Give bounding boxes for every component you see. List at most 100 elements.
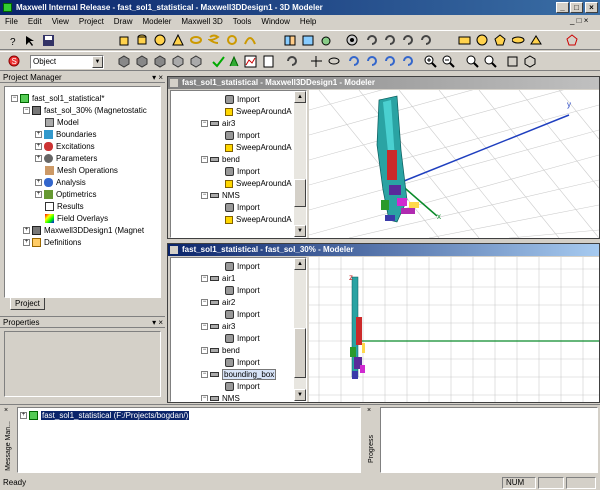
spin-y-icon[interactable] — [366, 55, 379, 68]
rotate-y-icon[interactable] — [402, 34, 415, 47]
view-box-icon[interactable] — [506, 55, 519, 68]
draw-regular-polygon-icon[interactable] — [494, 34, 507, 47]
tree-item-model[interactable]: Model — [45, 117, 79, 129]
message-item[interactable]: + fast_sol1_statistical (F:/Projects/bogd… — [20, 410, 190, 421]
tree-item-air1[interactable]: − air1 — [201, 273, 235, 285]
modeler2-history-tree[interactable]: Import − air1 Import − air2 Import − air3 I… — [170, 257, 307, 402]
tree-item-import[interactable]: Import — [225, 261, 260, 273]
menu-modeler[interactable]: Modeler — [137, 15, 176, 29]
panel-close-icon[interactable]: × — [4, 407, 8, 414]
material-icon[interactable] — [154, 55, 167, 68]
draw-helix-icon[interactable] — [207, 34, 221, 47]
tree-item-bounding-box[interactable]: − bounding_box — [201, 369, 277, 381]
help-icon[interactable]: ? — [8, 34, 21, 48]
orbit-icon[interactable] — [328, 55, 341, 68]
minimize-button[interactable]: _ — [556, 2, 569, 13]
rotate-z-icon[interactable] — [420, 34, 433, 47]
selection-mode-combo[interactable]: Object ▼ — [30, 55, 104, 69]
draw-bondwire-icon[interactable] — [244, 34, 257, 47]
tree-item-results[interactable]: Results — [45, 201, 84, 213]
tree-item-mesh-operations[interactable]: Mesh Operations — [45, 165, 118, 177]
fit-selection-icon[interactable] — [484, 55, 497, 68]
tree-item-sweep[interactable]: SweepAroundA — [225, 178, 292, 190]
results-icon[interactable] — [244, 55, 257, 68]
maximize-button[interactable]: □ — [570, 2, 583, 13]
tree-item-sweep[interactable]: SweepAroundA — [225, 214, 292, 226]
tree-item-analysis[interactable]: + Analysis — [35, 177, 86, 189]
rotate-x-icon[interactable] — [384, 34, 397, 47]
tree-item-import[interactable]: Import — [225, 309, 260, 321]
modeler1-3d-scene[interactable] — [309, 90, 599, 238]
progress-handle[interactable]: × Progress — [365, 407, 379, 473]
tree-item-boundaries[interactable]: + Boundaries — [35, 129, 96, 141]
project-tree[interactable]: − fast_sol1_statistical* − fast_sol_30% (M… — [4, 86, 161, 298]
draw-cylinder-icon[interactable] — [136, 34, 149, 47]
tree-item-nms[interactable]: − NMS — [201, 393, 240, 401]
menu-tools[interactable]: Tools — [228, 15, 257, 29]
draw-cone-icon[interactable] — [172, 33, 185, 47]
zoom-out-icon[interactable] — [442, 55, 455, 68]
unite-icon[interactable] — [284, 34, 297, 47]
tree-item-air2[interactable]: − air2 — [201, 297, 235, 309]
fit-all-icon[interactable] — [466, 55, 479, 68]
modeler1-tree-scrollbar[interactable]: ▲ ▼ — [294, 91, 306, 237]
tree-item-excitations[interactable]: + Excitations — [35, 141, 95, 153]
menu-view[interactable]: View — [47, 15, 74, 29]
stop-icon[interactable]: S — [8, 55, 21, 68]
tree-item-air3[interactable]: − air3 — [201, 321, 235, 333]
draw-sphere-icon[interactable] — [154, 34, 167, 47]
menu-help[interactable]: Help — [295, 15, 321, 29]
tree-item-sweep[interactable]: SweepAroundA — [225, 106, 292, 118]
draw-face-icon[interactable] — [530, 34, 543, 47]
modeler2-titlebar[interactable]: fast_sol1_statistical - fast_sol_30% - M… — [168, 244, 599, 256]
tree-item-import[interactable]: Import — [225, 202, 260, 214]
spin-z-icon[interactable] — [384, 55, 397, 68]
modeler1-history-tree[interactable]: Import SweepAroundA − air3 Import SweepAr… — [170, 90, 307, 238]
tree-item-nms[interactable]: − NMS — [201, 190, 240, 202]
hide-icon[interactable] — [118, 55, 131, 68]
menu-file[interactable]: File — [0, 15, 23, 29]
tree-item-import[interactable]: Import — [225, 285, 260, 297]
panel-close-icon[interactable]: × — [367, 407, 371, 414]
tab-project[interactable]: Project — [10, 298, 45, 310]
modeler2-viewport[interactable]: z — [309, 257, 599, 402]
validate-icon[interactable] — [212, 55, 225, 68]
tree-item-project[interactable]: − fast_sol1_statistical* — [11, 93, 104, 105]
refresh-icon[interactable] — [286, 55, 299, 68]
draw-region-icon[interactable] — [566, 34, 579, 47]
menu-project[interactable]: Project — [74, 15, 109, 29]
tree-item-definitions[interactable]: + Definitions — [23, 237, 81, 249]
draw-rectangle-icon[interactable] — [458, 34, 471, 47]
tree-item-import[interactable]: Import — [225, 381, 260, 393]
reports-icon[interactable] — [262, 55, 275, 68]
tree-item-import[interactable]: Import — [225, 166, 260, 178]
view-icon[interactable] — [346, 34, 359, 47]
rotate-view-icon[interactable] — [402, 55, 415, 68]
mdi-controls[interactable]: _ □ × — [570, 16, 588, 25]
whats-this-icon[interactable] — [24, 34, 37, 47]
tree-item-field-overlays[interactable]: Field Overlays — [45, 213, 108, 225]
tree-item-maxwell3ddesign1[interactable]: + Maxwell3DDesign1 (Magnet — [23, 225, 144, 237]
tree-item-import[interactable]: Import — [225, 357, 260, 369]
menu-maxwell3d[interactable]: Maxwell 3D — [176, 15, 227, 29]
menu-edit[interactable]: Edit — [23, 15, 47, 29]
draw-ellipse-icon[interactable] — [511, 34, 525, 47]
draw-spiral-icon[interactable] — [226, 34, 239, 47]
modeler1-viewport[interactable]: y x — [309, 90, 599, 238]
panel-close-icon[interactable]: ▾ × — [152, 317, 163, 328]
modeler1-titlebar[interactable]: fast_sol1_statistical - Maxwell3DDesign1… — [168, 77, 599, 89]
expand-icon[interactable]: + — [20, 412, 27, 420]
intersect-icon[interactable] — [320, 34, 333, 47]
tree-item-design-30[interactable]: − fast_sol_30% (Magnetostatic — [23, 105, 147, 117]
zoom-in-icon[interactable] — [424, 55, 437, 68]
subtract-icon[interactable] — [302, 34, 315, 47]
panel-close-icon[interactable]: ▾ × — [152, 72, 163, 83]
modeler2-tree-scrollbar[interactable]: ▲ ▼ — [294, 258, 306, 401]
view-iso-icon[interactable] — [524, 55, 537, 68]
message-list[interactable]: + fast_sol1_statistical (F:/Projects/bogd… — [17, 407, 361, 473]
tree-item-optimetrics[interactable]: + Optimetrics — [35, 189, 96, 201]
draw-torus-icon[interactable] — [190, 34, 203, 47]
draw-circle-icon[interactable] — [476, 34, 489, 47]
chevron-down-icon[interactable]: ▼ — [92, 56, 103, 68]
tree-item-parameters[interactable]: + Parameters — [35, 153, 97, 165]
